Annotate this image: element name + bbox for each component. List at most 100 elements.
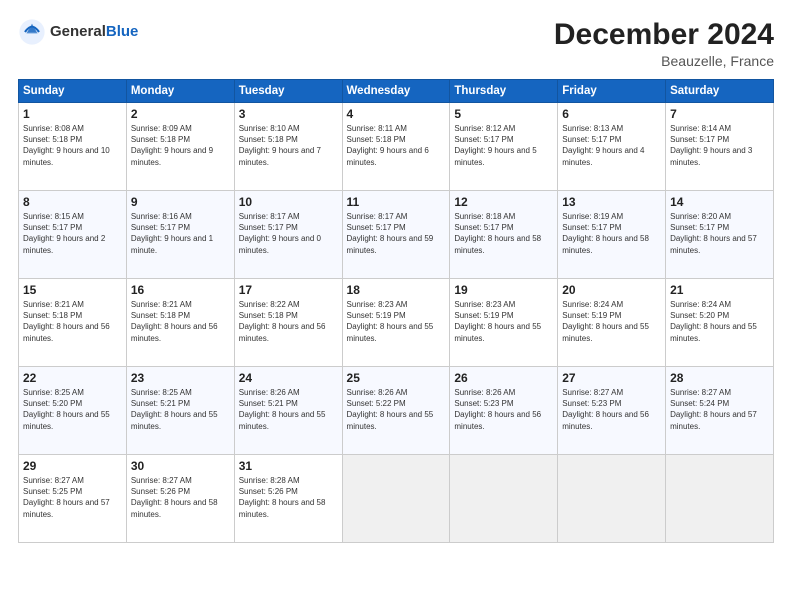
table-row: 25 Sunrise: 8:26 AMSunset: 5:22 PMDaylig… — [342, 367, 450, 455]
day-info: Sunrise: 8:26 AMSunset: 5:21 PMDaylight:… — [239, 388, 326, 431]
day-info: Sunrise: 8:21 AMSunset: 5:18 PMDaylight:… — [23, 300, 110, 343]
day-info: Sunrise: 8:16 AMSunset: 5:17 PMDaylight:… — [131, 212, 213, 255]
col-sunday: Sunday — [19, 80, 127, 103]
day-number: 31 — [239, 459, 338, 473]
table-row: 24 Sunrise: 8:26 AMSunset: 5:21 PMDaylig… — [234, 367, 342, 455]
day-info: Sunrise: 8:08 AMSunset: 5:18 PMDaylight:… — [23, 124, 110, 167]
day-number: 30 — [131, 459, 230, 473]
day-info: Sunrise: 8:09 AMSunset: 5:18 PMDaylight:… — [131, 124, 213, 167]
logo-general: General — [50, 23, 106, 40]
day-number: 28 — [670, 371, 769, 385]
day-number: 13 — [562, 195, 661, 209]
month-title: December 2024 — [554, 18, 774, 51]
table-row: 7 Sunrise: 8:14 AMSunset: 5:17 PMDayligh… — [666, 103, 774, 191]
table-row — [450, 455, 558, 543]
day-number: 2 — [131, 107, 230, 121]
table-row: 12 Sunrise: 8:18 AMSunset: 5:17 PMDaylig… — [450, 191, 558, 279]
day-info: Sunrise: 8:22 AMSunset: 5:18 PMDaylight:… — [239, 300, 326, 343]
day-info: Sunrise: 8:23 AMSunset: 5:19 PMDaylight:… — [454, 300, 541, 343]
calendar-row: 8 Sunrise: 8:15 AMSunset: 5:17 PMDayligh… — [19, 191, 774, 279]
day-number: 24 — [239, 371, 338, 385]
day-info: Sunrise: 8:27 AMSunset: 5:26 PMDaylight:… — [131, 476, 218, 519]
day-info: Sunrise: 8:15 AMSunset: 5:17 PMDaylight:… — [23, 212, 105, 255]
table-row: 29 Sunrise: 8:27 AMSunset: 5:25 PMDaylig… — [19, 455, 127, 543]
table-row — [666, 455, 774, 543]
day-number: 5 — [454, 107, 553, 121]
day-info: Sunrise: 8:24 AMSunset: 5:19 PMDaylight:… — [562, 300, 649, 343]
col-tuesday: Tuesday — [234, 80, 342, 103]
day-number: 11 — [347, 195, 446, 209]
day-info: Sunrise: 8:17 AMSunset: 5:17 PMDaylight:… — [239, 212, 321, 255]
day-number: 1 — [23, 107, 122, 121]
table-row: 8 Sunrise: 8:15 AMSunset: 5:17 PMDayligh… — [19, 191, 127, 279]
table-row: 4 Sunrise: 8:11 AMSunset: 5:18 PMDayligh… — [342, 103, 450, 191]
table-row — [558, 455, 666, 543]
day-number: 16 — [131, 283, 230, 297]
calendar-row: 29 Sunrise: 8:27 AMSunset: 5:25 PMDaylig… — [19, 455, 774, 543]
logo-text: GeneralBlue — [50, 23, 138, 41]
table-row: 6 Sunrise: 8:13 AMSunset: 5:17 PMDayligh… — [558, 103, 666, 191]
day-number: 9 — [131, 195, 230, 209]
logo-icon — [18, 18, 46, 46]
logo: GeneralBlue — [18, 18, 138, 46]
day-info: Sunrise: 8:18 AMSunset: 5:17 PMDaylight:… — [454, 212, 541, 255]
col-saturday: Saturday — [666, 80, 774, 103]
day-number: 19 — [454, 283, 553, 297]
day-info: Sunrise: 8:14 AMSunset: 5:17 PMDaylight:… — [670, 124, 752, 167]
col-wednesday: Wednesday — [342, 80, 450, 103]
day-number: 22 — [23, 371, 122, 385]
table-row: 2 Sunrise: 8:09 AMSunset: 5:18 PMDayligh… — [126, 103, 234, 191]
table-row: 19 Sunrise: 8:23 AMSunset: 5:19 PMDaylig… — [450, 279, 558, 367]
calendar-row: 22 Sunrise: 8:25 AMSunset: 5:20 PMDaylig… — [19, 367, 774, 455]
table-row: 21 Sunrise: 8:24 AMSunset: 5:20 PMDaylig… — [666, 279, 774, 367]
table-row: 3 Sunrise: 8:10 AMSunset: 5:18 PMDayligh… — [234, 103, 342, 191]
day-number: 8 — [23, 195, 122, 209]
day-info: Sunrise: 8:28 AMSunset: 5:26 PMDaylight:… — [239, 476, 326, 519]
day-info: Sunrise: 8:21 AMSunset: 5:18 PMDaylight:… — [131, 300, 218, 343]
day-info: Sunrise: 8:27 AMSunset: 5:25 PMDaylight:… — [23, 476, 110, 519]
day-info: Sunrise: 8:10 AMSunset: 5:18 PMDaylight:… — [239, 124, 321, 167]
table-row: 30 Sunrise: 8:27 AMSunset: 5:26 PMDaylig… — [126, 455, 234, 543]
header-row: Sunday Monday Tuesday Wednesday Thursday… — [19, 80, 774, 103]
day-number: 12 — [454, 195, 553, 209]
table-row: 5 Sunrise: 8:12 AMSunset: 5:17 PMDayligh… — [450, 103, 558, 191]
table-row: 17 Sunrise: 8:22 AMSunset: 5:18 PMDaylig… — [234, 279, 342, 367]
col-monday: Monday — [126, 80, 234, 103]
table-row: 31 Sunrise: 8:28 AMSunset: 5:26 PMDaylig… — [234, 455, 342, 543]
table-row: 10 Sunrise: 8:17 AMSunset: 5:17 PMDaylig… — [234, 191, 342, 279]
day-number: 20 — [562, 283, 661, 297]
day-number: 15 — [23, 283, 122, 297]
day-info: Sunrise: 8:23 AMSunset: 5:19 PMDaylight:… — [347, 300, 434, 343]
day-number: 7 — [670, 107, 769, 121]
day-number: 10 — [239, 195, 338, 209]
day-number: 17 — [239, 283, 338, 297]
table-row: 28 Sunrise: 8:27 AMSunset: 5:24 PMDaylig… — [666, 367, 774, 455]
day-info: Sunrise: 8:20 AMSunset: 5:17 PMDaylight:… — [670, 212, 757, 255]
day-info: Sunrise: 8:26 AMSunset: 5:22 PMDaylight:… — [347, 388, 434, 431]
table-row: 27 Sunrise: 8:27 AMSunset: 5:23 PMDaylig… — [558, 367, 666, 455]
location-title: Beauzelle, France — [554, 53, 774, 69]
calendar-row: 1 Sunrise: 8:08 AMSunset: 5:18 PMDayligh… — [19, 103, 774, 191]
table-row: 14 Sunrise: 8:20 AMSunset: 5:17 PMDaylig… — [666, 191, 774, 279]
logo-blue: Blue — [106, 23, 139, 40]
day-info: Sunrise: 8:27 AMSunset: 5:24 PMDaylight:… — [670, 388, 757, 431]
day-number: 4 — [347, 107, 446, 121]
day-info: Sunrise: 8:27 AMSunset: 5:23 PMDaylight:… — [562, 388, 649, 431]
day-info: Sunrise: 8:24 AMSunset: 5:20 PMDaylight:… — [670, 300, 757, 343]
table-row — [342, 455, 450, 543]
table-row: 26 Sunrise: 8:26 AMSunset: 5:23 PMDaylig… — [450, 367, 558, 455]
calendar-table: Sunday Monday Tuesday Wednesday Thursday… — [18, 79, 774, 543]
day-number: 3 — [239, 107, 338, 121]
table-row: 22 Sunrise: 8:25 AMSunset: 5:20 PMDaylig… — [19, 367, 127, 455]
day-number: 21 — [670, 283, 769, 297]
table-row: 9 Sunrise: 8:16 AMSunset: 5:17 PMDayligh… — [126, 191, 234, 279]
table-row: 23 Sunrise: 8:25 AMSunset: 5:21 PMDaylig… — [126, 367, 234, 455]
col-friday: Friday — [558, 80, 666, 103]
calendar-body: 1 Sunrise: 8:08 AMSunset: 5:18 PMDayligh… — [19, 103, 774, 543]
calendar-row: 15 Sunrise: 8:21 AMSunset: 5:18 PMDaylig… — [19, 279, 774, 367]
day-number: 6 — [562, 107, 661, 121]
day-info: Sunrise: 8:25 AMSunset: 5:21 PMDaylight:… — [131, 388, 218, 431]
day-number: 29 — [23, 459, 122, 473]
title-block: December 2024 Beauzelle, France — [554, 18, 774, 69]
table-row: 20 Sunrise: 8:24 AMSunset: 5:19 PMDaylig… — [558, 279, 666, 367]
